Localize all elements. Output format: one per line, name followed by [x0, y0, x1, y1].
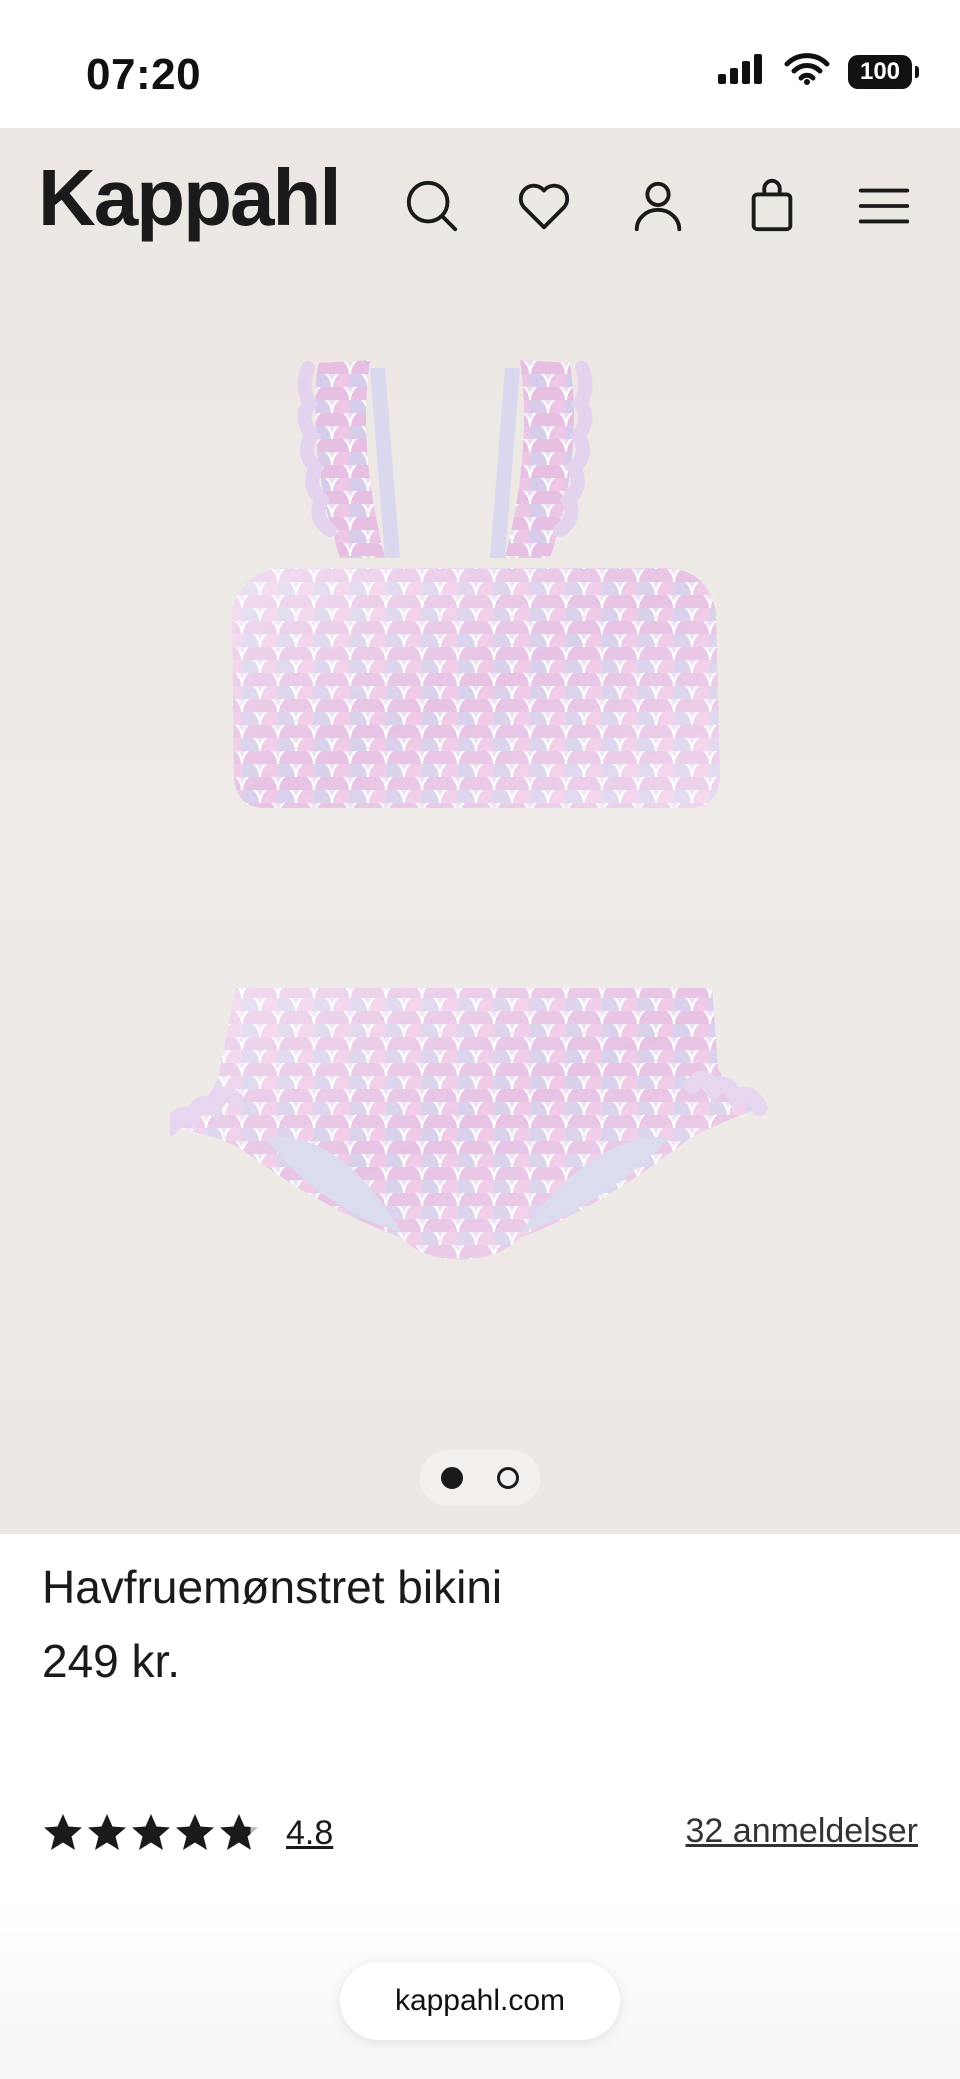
- battery-icon: 100: [848, 54, 919, 89]
- star-icon: [176, 1814, 214, 1850]
- carousel-dot-1[interactable]: [441, 1467, 463, 1489]
- product-page: 07:20 100 Kappahl Havfruemønstret bikini…: [0, 0, 960, 2079]
- browser-url-bar[interactable]: kappahl.com: [340, 1962, 620, 2040]
- reviews-link[interactable]: 32 anmeldelser: [686, 1812, 918, 1851]
- mermaid-bikini-image[interactable]: [170, 348, 790, 1428]
- product-gallery[interactable]: Kappahl: [0, 128, 960, 1534]
- status-icons: 100: [716, 52, 919, 91]
- site-header: Kappahl: [0, 128, 960, 278]
- rating-value-link[interactable]: 4.8: [286, 1814, 333, 1853]
- product-rating: 4.8: [42, 1812, 333, 1854]
- star-icon: [44, 1814, 82, 1850]
- star-icon: [220, 1814, 258, 1850]
- product-price: 249 kr.: [42, 1635, 181, 1687]
- status-time: 07:20: [86, 50, 202, 99]
- account-icon[interactable]: [626, 174, 690, 238]
- star-icon: [132, 1814, 170, 1850]
- brand-logo[interactable]: Kappahl: [38, 158, 342, 238]
- menu-icon[interactable]: [852, 174, 916, 238]
- product-title: Havfruemønstret bikini: [42, 1561, 503, 1613]
- bag-icon[interactable]: [740, 174, 804, 238]
- cellular-signal-icon: [716, 52, 766, 91]
- wifi-icon: [784, 52, 830, 91]
- carousel-indicator: [420, 1450, 540, 1506]
- carousel-dot-2[interactable]: [497, 1467, 519, 1489]
- status-bar: 07:20 100: [0, 0, 960, 128]
- star-icon: [88, 1814, 126, 1850]
- heart-icon[interactable]: [512, 174, 576, 238]
- rating-stars: [42, 1812, 260, 1854]
- search-icon[interactable]: [400, 174, 464, 238]
